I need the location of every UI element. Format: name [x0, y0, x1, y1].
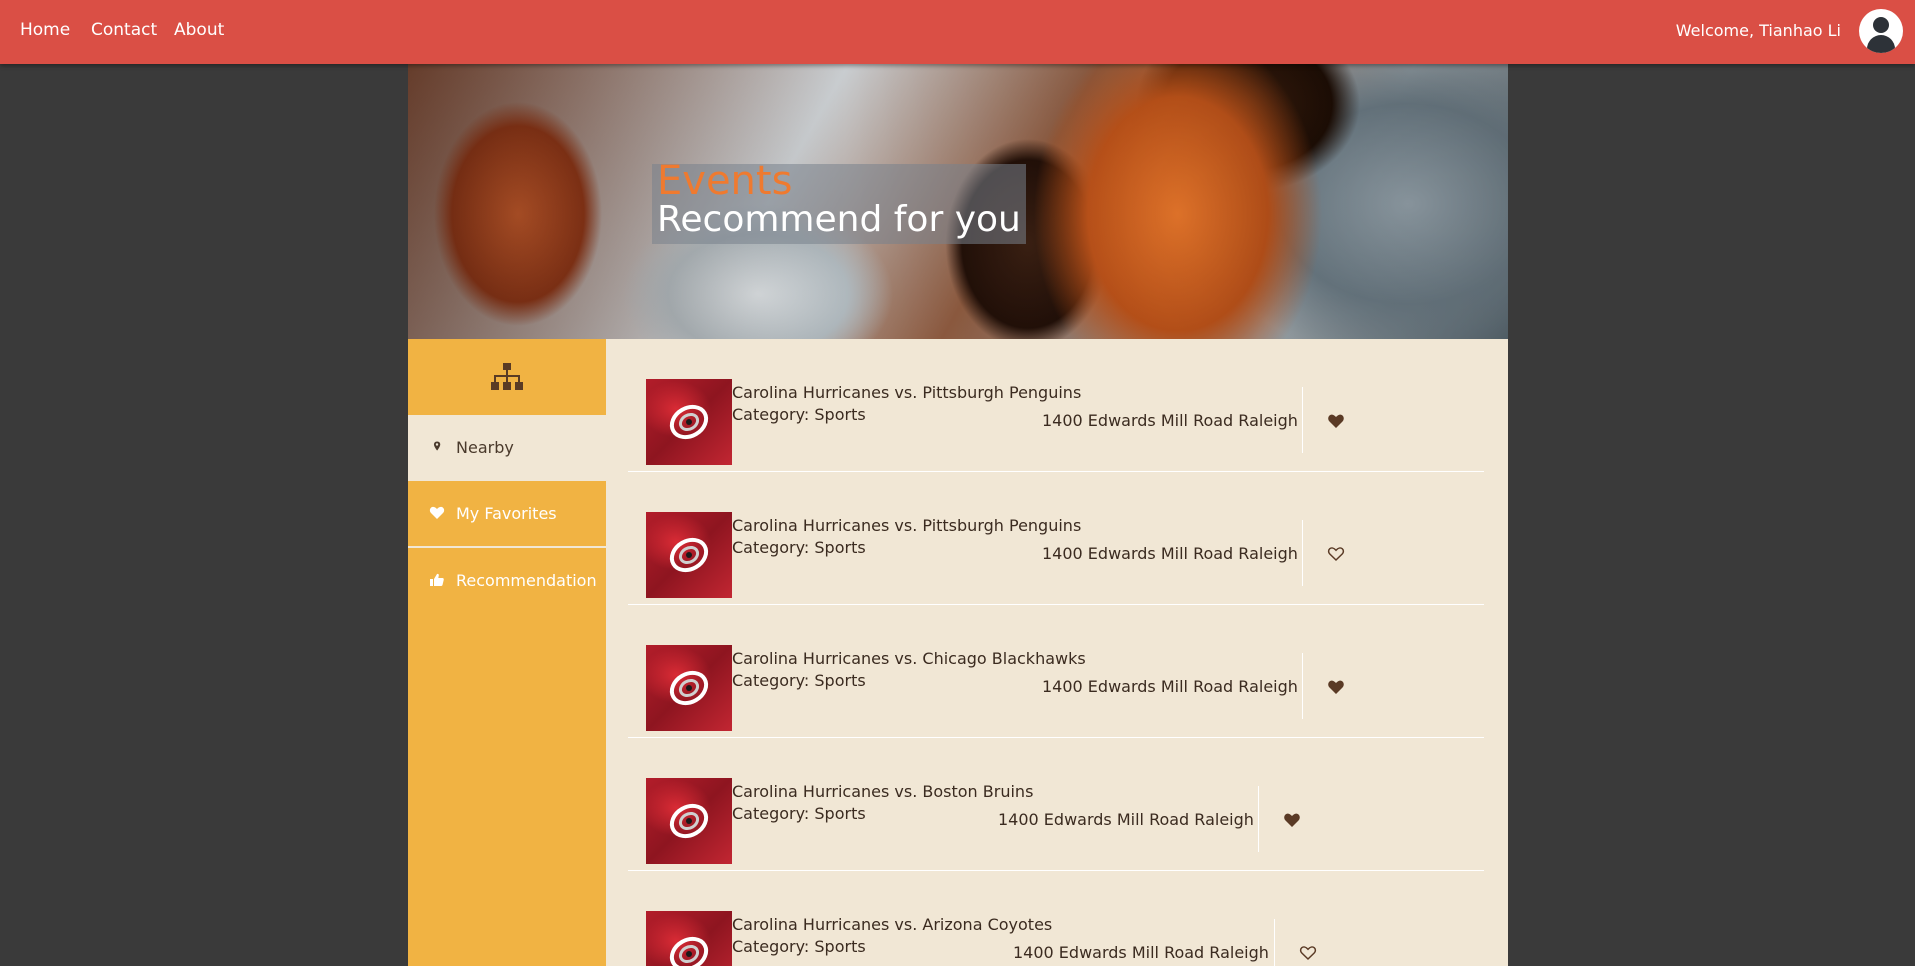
- event-divider: [1302, 520, 1303, 586]
- event-divider: [1274, 919, 1275, 966]
- sitemap-icon: [491, 363, 523, 390]
- nav-contact-link[interactable]: Contact: [91, 20, 157, 40]
- favorite-heart-outline-icon[interactable]: [1326, 544, 1346, 564]
- event-title[interactable]: Carolina Hurricanes vs. Arizona Coyotes: [732, 915, 1052, 934]
- event-list: Carolina Hurricanes vs. Pittsburgh Pengu…: [606, 339, 1508, 966]
- thumbs-up-icon: [430, 573, 444, 586]
- nav-about-link[interactable]: About: [174, 20, 224, 40]
- event-image: [646, 778, 732, 864]
- event-image: [646, 379, 732, 465]
- event-title[interactable]: Carolina Hurricanes vs. Pittsburgh Pengu…: [732, 516, 1081, 535]
- event-image: [646, 512, 732, 598]
- event-address: 1400 Edwards Mill Road Raleigh: [1013, 943, 1269, 962]
- event-category: Category: Sports: [732, 804, 866, 823]
- hurricanes-logo-icon: [669, 404, 709, 440]
- favorite-heart-filled-icon[interactable]: [1326, 411, 1346, 431]
- favorite-heart-filled-icon[interactable]: [1282, 810, 1302, 830]
- hurricanes-logo-icon: [669, 936, 709, 966]
- event-category: Category: Sports: [732, 405, 866, 424]
- top-nav-bar: Home Contact About Welcome, Tianhao Li: [0, 0, 1915, 64]
- event-category: Category: Sports: [732, 538, 866, 557]
- event-title[interactable]: Carolina Hurricanes vs. Pittsburgh Pengu…: [732, 383, 1081, 402]
- hurricanes-logo-icon: [669, 803, 709, 839]
- nav-home-link[interactable]: Home: [20, 20, 70, 40]
- event-image: [646, 645, 732, 731]
- event-item[interactable]: Carolina Hurricanes vs. Pittsburgh Pengu…: [628, 339, 1484, 472]
- sidebar-item-recommendation[interactable]: Recommendation: [408, 548, 606, 614]
- event-item[interactable]: Carolina Hurricanes vs. Chicago Blackhaw…: [628, 605, 1484, 738]
- event-title[interactable]: Carolina Hurricanes vs. Boston Bruins: [732, 782, 1033, 801]
- sidebar-header: [408, 339, 606, 415]
- event-category: Category: Sports: [732, 671, 866, 690]
- event-address: 1400 Edwards Mill Road Raleigh: [1042, 677, 1298, 696]
- sidebar-item-label: Nearby: [456, 438, 514, 457]
- map-marker-icon: [433, 441, 441, 451]
- event-divider: [1302, 653, 1303, 719]
- welcome-text: Welcome, Tianhao Li: [1675, 21, 1841, 40]
- event-divider: [1258, 786, 1259, 852]
- event-item[interactable]: Carolina Hurricanes vs. Arizona Coyotes …: [628, 871, 1484, 966]
- favorite-heart-outline-icon[interactable]: [1298, 943, 1318, 963]
- event-item[interactable]: Carolina Hurricanes vs. Boston Bruins Ca…: [628, 738, 1484, 871]
- event-title[interactable]: Carolina Hurricanes vs. Chicago Blackhaw…: [732, 649, 1086, 668]
- heart-icon: [429, 506, 445, 519]
- event-address: 1400 Edwards Mill Road Raleigh: [1042, 544, 1298, 563]
- sidebar: Nearby My Favorites Recommendation: [408, 339, 606, 966]
- hurricanes-logo-icon: [669, 537, 709, 573]
- favorite-heart-filled-icon[interactable]: [1326, 677, 1346, 697]
- user-avatar-icon[interactable]: [1859, 9, 1903, 53]
- event-item[interactable]: Carolina Hurricanes vs. Pittsburgh Pengu…: [628, 472, 1484, 605]
- hero-banner: Events Recommend for you: [408, 64, 1508, 339]
- hero-subtitle: Recommend for you: [657, 199, 1021, 240]
- sidebar-item-label: My Favorites: [456, 504, 557, 523]
- sidebar-item-label: Recommendation: [456, 571, 597, 590]
- main-container: Events Recommend for you Nearby My Favor…: [408, 64, 1508, 966]
- sidebar-item-my-favorites[interactable]: My Favorites: [408, 481, 606, 547]
- hero-title: Events: [657, 158, 793, 204]
- event-address: 1400 Edwards Mill Road Raleigh: [1042, 411, 1298, 430]
- event-divider: [1302, 387, 1303, 453]
- event-category: Category: Sports: [732, 937, 866, 956]
- sidebar-item-nearby[interactable]: Nearby: [408, 415, 606, 481]
- event-address: 1400 Edwards Mill Road Raleigh: [998, 810, 1254, 829]
- event-image: [646, 911, 732, 966]
- hurricanes-logo-icon: [669, 670, 709, 706]
